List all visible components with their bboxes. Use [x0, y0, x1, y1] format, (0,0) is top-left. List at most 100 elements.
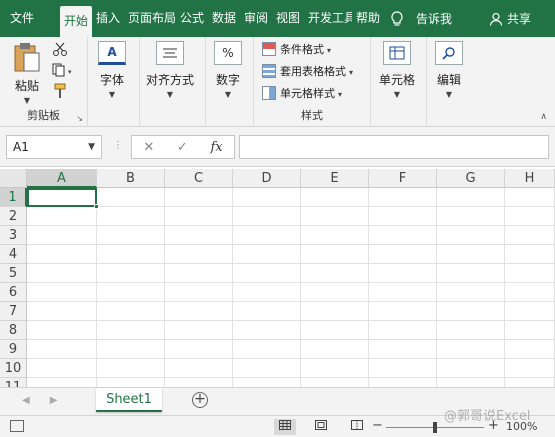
cell-g2[interactable] [437, 207, 505, 226]
tab-data[interactable]: 数据 [208, 0, 240, 37]
cell-a5[interactable] [27, 264, 97, 283]
cell-c3[interactable] [165, 226, 233, 245]
column-header-e[interactable]: E [301, 169, 369, 188]
cell-e3[interactable] [301, 226, 369, 245]
column-header-d[interactable]: D [233, 169, 301, 188]
row-header-1[interactable]: 1 [0, 188, 27, 207]
cell-e11[interactable] [301, 378, 369, 387]
cell-e1[interactable] [301, 188, 369, 207]
format-as-table-button[interactable]: 套用表格格式 ▾ [262, 63, 353, 79]
alignment-button[interactable]: 对齐方式 ▼ [146, 41, 194, 99]
editing-button[interactable]: 编辑 ▼ [435, 41, 463, 99]
column-header-c[interactable]: C [165, 169, 233, 188]
row-header-5[interactable]: 5 [0, 264, 27, 283]
row-header-10[interactable]: 10 [0, 359, 27, 378]
cell-c8[interactable] [165, 321, 233, 340]
cell-f8[interactable] [369, 321, 437, 340]
tab-developer[interactable]: 开发工具 [304, 0, 352, 37]
cell-e4[interactable] [301, 245, 369, 264]
cell-d5[interactable] [233, 264, 301, 283]
cut-icon[interactable] [52, 41, 68, 57]
cell-styles-button[interactable]: 单元格样式 ▾ [262, 85, 342, 101]
cell-f7[interactable] [369, 302, 437, 321]
cell-d9[interactable] [233, 340, 301, 359]
paste-button[interactable]: 粘贴 ▼ [12, 41, 42, 105]
cell-d10[interactable] [233, 359, 301, 378]
cell-f10[interactable] [369, 359, 437, 378]
row-header-4[interactable]: 4 [0, 245, 27, 264]
select-all-corner[interactable] [0, 169, 27, 188]
cell-b3[interactable] [97, 226, 165, 245]
cell-g3[interactable] [437, 226, 505, 245]
sheet-nav-arrows[interactable]: ◀▶ [22, 395, 77, 406]
tab-help[interactable]: 帮助 [352, 0, 384, 37]
cell-c10[interactable] [165, 359, 233, 378]
sheet-tab-sheet1[interactable]: Sheet1 [96, 388, 162, 412]
cell-b4[interactable] [97, 245, 165, 264]
cell-h9[interactable] [505, 340, 555, 359]
cell-h11[interactable] [505, 378, 555, 387]
cell-d4[interactable] [233, 245, 301, 264]
cell-c9[interactable] [165, 340, 233, 359]
cell-e5[interactable] [301, 264, 369, 283]
row-header-11[interactable]: 11 [0, 378, 27, 387]
cell-c5[interactable] [165, 264, 233, 283]
cell-e2[interactable] [301, 207, 369, 226]
cancel-icon[interactable]: ✕ [143, 140, 154, 155]
cell-g10[interactable] [437, 359, 505, 378]
macro-record-icon[interactable] [10, 420, 24, 432]
cell-h3[interactable] [505, 226, 555, 245]
cell-b10[interactable] [97, 359, 165, 378]
confirm-icon[interactable]: ✓ [177, 140, 188, 155]
cell-d11[interactable] [233, 378, 301, 387]
row-header-7[interactable]: 7 [0, 302, 27, 321]
cell-a9[interactable] [27, 340, 97, 359]
cell-a7[interactable] [27, 302, 97, 321]
share-button[interactable]: 共享 [489, 0, 531, 37]
cell-f6[interactable] [369, 283, 437, 302]
cell-e8[interactable] [301, 321, 369, 340]
cell-h1[interactable] [505, 188, 555, 207]
cell-d7[interactable] [233, 302, 301, 321]
cell-a6[interactable] [27, 283, 97, 302]
worksheet-grid[interactable]: ABCDEFGH 1234567891011 [0, 169, 555, 387]
cell-h8[interactable] [505, 321, 555, 340]
cell-g5[interactable] [437, 264, 505, 283]
cell-a8[interactable] [27, 321, 97, 340]
insert-function-icon[interactable]: fx [210, 140, 222, 155]
cell-d8[interactable] [233, 321, 301, 340]
page-break-view-button[interactable] [346, 419, 368, 435]
cell-h4[interactable] [505, 245, 555, 264]
tab-file[interactable]: 文件 [0, 0, 36, 37]
cell-b11[interactable] [97, 378, 165, 387]
cell-d6[interactable] [233, 283, 301, 302]
cell-f11[interactable] [369, 378, 437, 387]
column-header-b[interactable]: B [97, 169, 165, 188]
row-header-3[interactable]: 3 [0, 226, 27, 245]
font-button[interactable]: A 字体 ▼ [98, 41, 126, 99]
format-painter-icon[interactable] [52, 83, 68, 99]
cell-e6[interactable] [301, 283, 369, 302]
row-header-6[interactable]: 6 [0, 283, 27, 302]
tab-home[interactable]: 开始 [60, 6, 92, 37]
cell-b9[interactable] [97, 340, 165, 359]
fill-handle[interactable] [94, 204, 99, 209]
cell-h5[interactable] [505, 264, 555, 283]
number-button[interactable]: % 数字 ▼ [214, 41, 242, 99]
column-header-h[interactable]: H [505, 169, 555, 188]
cell-c1[interactable] [165, 188, 233, 207]
cell-c2[interactable] [165, 207, 233, 226]
name-box-dropdown-icon[interactable]: ▼ [88, 142, 95, 152]
cell-b5[interactable] [97, 264, 165, 283]
cell-e10[interactable] [301, 359, 369, 378]
cell-h10[interactable] [505, 359, 555, 378]
cell-e9[interactable] [301, 340, 369, 359]
column-header-a[interactable]: A [27, 169, 97, 188]
cell-d2[interactable] [233, 207, 301, 226]
zoom-slider-thumb[interactable] [433, 422, 437, 433]
cells-button[interactable]: 单元格 ▼ [379, 41, 415, 99]
cell-h2[interactable] [505, 207, 555, 226]
cell-c4[interactable] [165, 245, 233, 264]
conditional-format-button[interactable]: 条件格式 ▾ [262, 41, 331, 57]
tab-view[interactable]: 视图 [272, 0, 304, 37]
